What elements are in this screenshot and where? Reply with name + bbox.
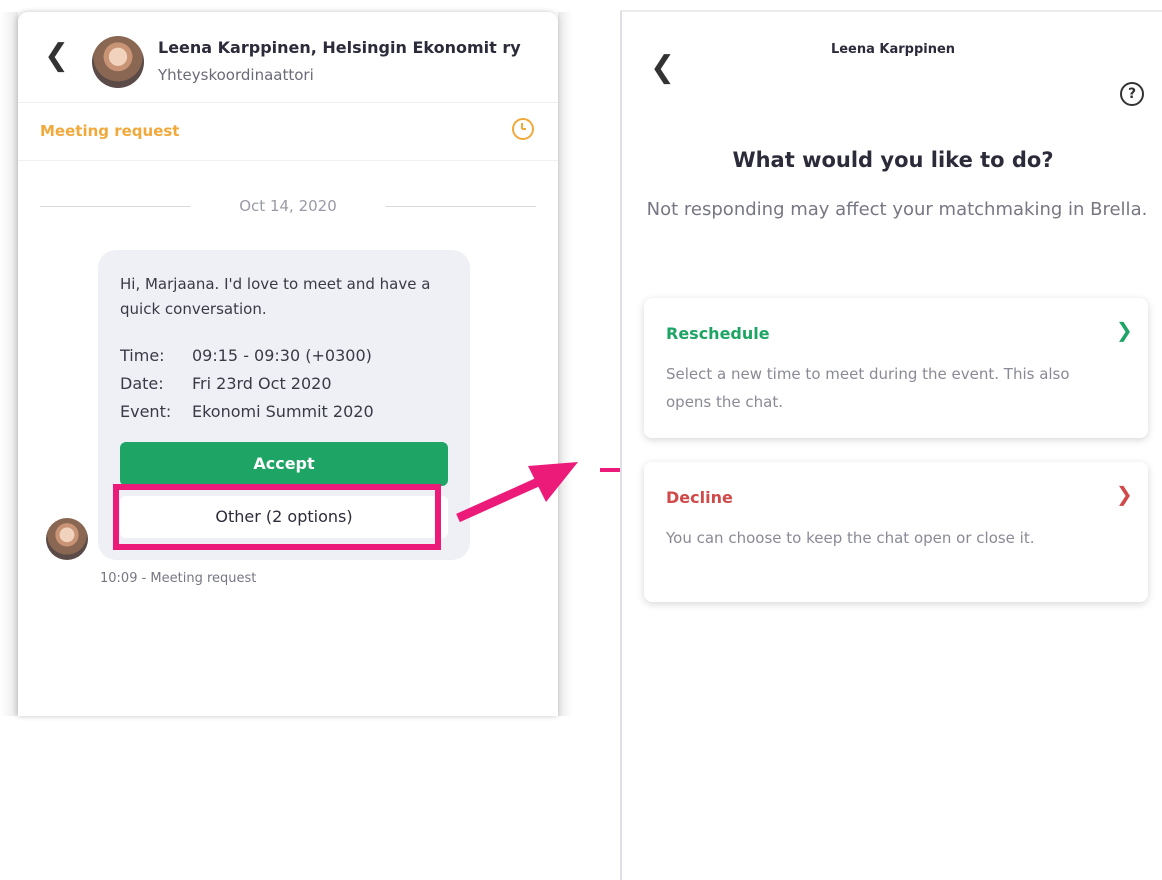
help-icon[interactable]: ? (1120, 82, 1144, 106)
detail-label: Date: (120, 374, 164, 393)
chevron-right-icon: ❯ (1116, 318, 1133, 342)
reschedule-option-card[interactable]: Reschedule Select a new time to meet dur… (644, 298, 1148, 438)
detail-row-date: Date: Fri 23rd Oct 2020 (120, 370, 374, 398)
sender-avatar (46, 518, 88, 560)
chat-header: ❮ Leena Karppinen, Helsingin Ekonomit ry… (18, 12, 558, 103)
clock-icon[interactable] (512, 118, 534, 140)
options-heading: What would you like to do? (732, 148, 1054, 172)
left-screen-edge (0, 12, 18, 716)
reschedule-description: Select a new time to meet during the eve… (666, 365, 1070, 411)
message-text: Hi, Marjaana. I'd love to meet and have … (120, 275, 431, 318)
detail-value: Fri 23rd Oct 2020 (192, 374, 332, 393)
meeting-details: Time: 09:15 - 09:30 (+0300) Date: Fri 23rd… (120, 342, 374, 426)
options-subheading: Not responding may affect your matchmaki… (646, 199, 1148, 220)
decline-description: You can choose to keep the chat open or … (666, 529, 1035, 547)
options-screen: ❮ Leena Karppinen ? What would you like … (620, 10, 1162, 880)
accept-button[interactable]: Accept (120, 442, 448, 486)
decline-title: Decline (666, 488, 733, 507)
contact-name: Leena Karppinen, Helsingin Ekonomit ry (158, 38, 521, 57)
message-timestamp: 10:09 - Meeting request (100, 571, 257, 586)
avatar (92, 36, 144, 88)
detail-label: Event: (120, 402, 172, 421)
meeting-request-label: Meeting request (40, 122, 180, 140)
screen-title: Leena Karppinen (830, 42, 956, 57)
chat-screen: ❮ Leena Karppinen, Helsingin Ekonomit ry… (18, 12, 558, 716)
date-divider: Oct 14, 2020 (18, 196, 558, 216)
annotation-highlight-box (113, 484, 441, 550)
divider-line-right (386, 206, 536, 207)
detail-value: 09:15 - 09:30 (+0300) (192, 346, 372, 365)
meeting-request-bar: Meeting request (18, 102, 558, 161)
contact-role: Yhteyskoordinaattori (158, 66, 314, 84)
chevron-right-icon: ❯ (1116, 482, 1133, 506)
reschedule-title: Reschedule (666, 324, 770, 343)
detail-row-time: Time: 09:15 - 09:30 (+0300) (120, 342, 374, 370)
left-screen-edge-right (558, 12, 572, 716)
back-chevron-icon[interactable]: ❮ (44, 38, 69, 73)
detail-value: Ekonomi Summit 2020 (192, 402, 374, 421)
detail-row-event: Event: Ekonomi Summit 2020 (120, 398, 374, 426)
decline-option-card[interactable]: Decline You can choose to keep the chat … (644, 462, 1148, 602)
detail-label: Time: (120, 346, 165, 365)
